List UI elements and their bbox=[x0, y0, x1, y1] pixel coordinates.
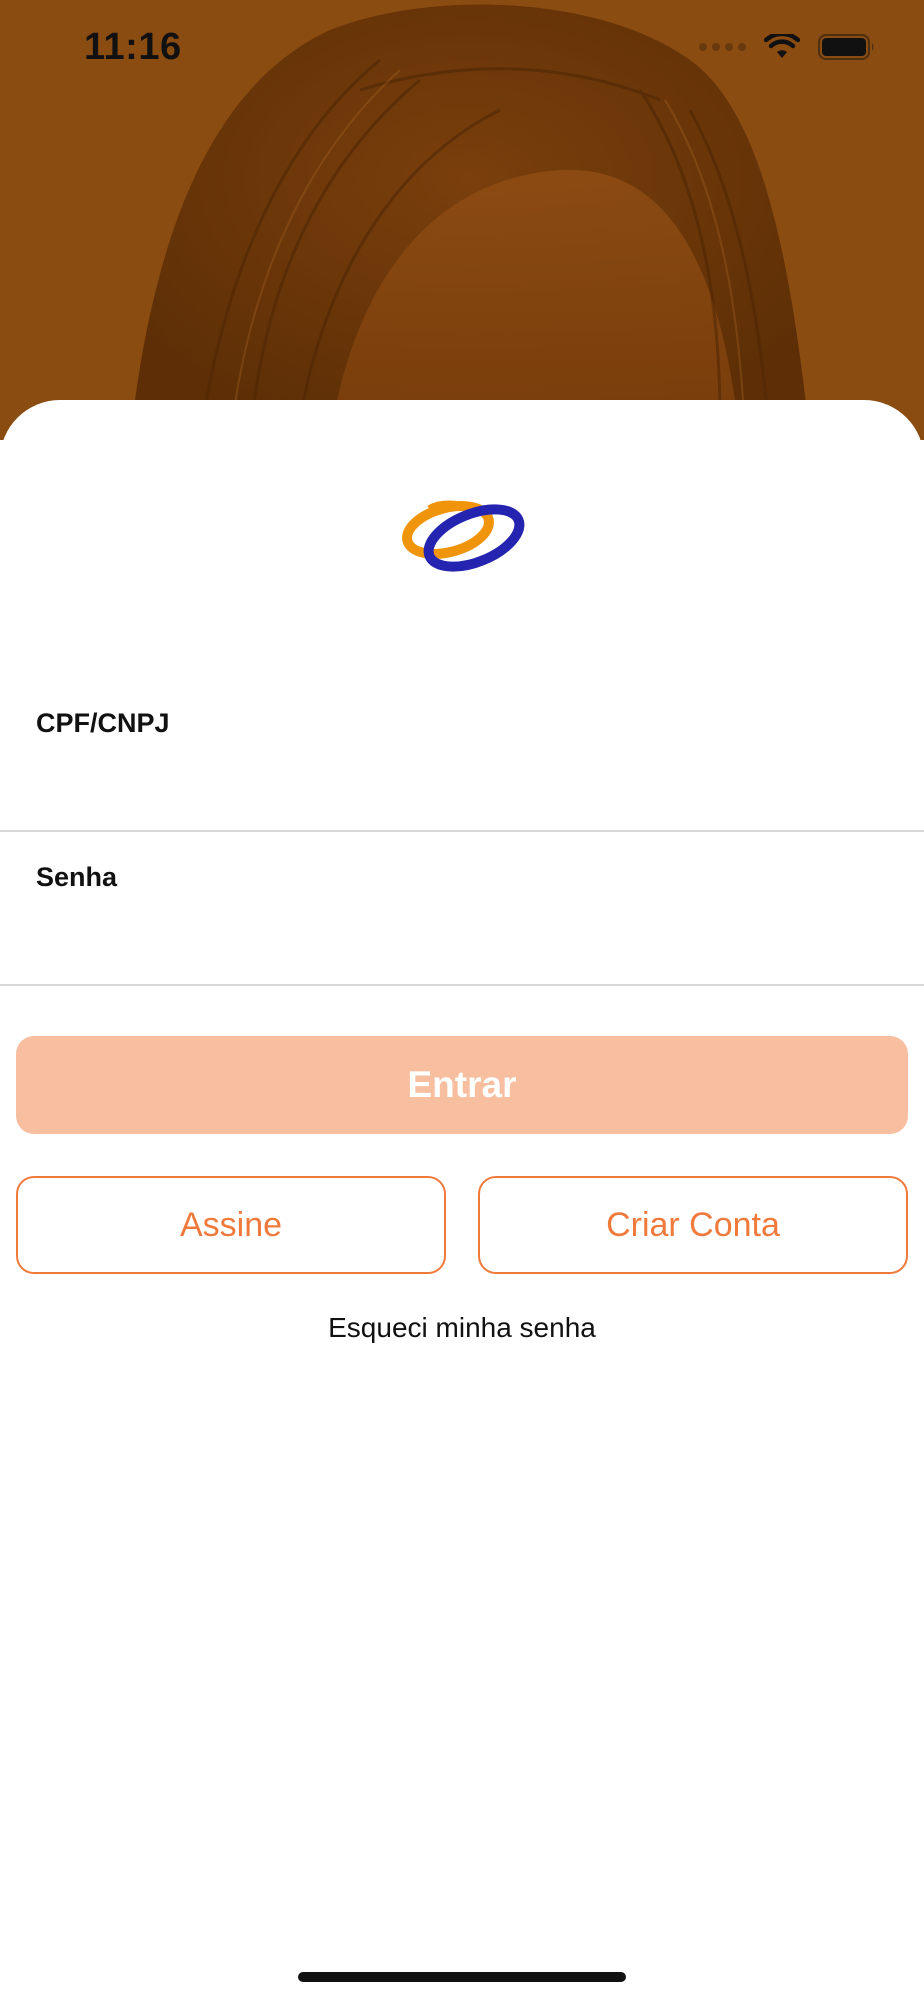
cpf-cnpj-label: CPF/CNPJ bbox=[36, 708, 170, 738]
create-account-button[interactable]: Criar Conta bbox=[478, 1176, 908, 1274]
home-indicator[interactable] bbox=[298, 1972, 626, 1982]
cpf-cnpj-field[interactable]: CPF/CNPJ bbox=[0, 678, 924, 832]
subscribe-button[interactable]: Assine bbox=[16, 1176, 446, 1274]
status-icons bbox=[699, 34, 876, 60]
status-bar: 11:16 bbox=[0, 0, 924, 100]
cellular-signal-icon bbox=[699, 43, 746, 51]
cpf-cnpj-input[interactable] bbox=[36, 758, 890, 806]
wifi-icon bbox=[764, 34, 800, 58]
password-input[interactable] bbox=[36, 912, 890, 960]
login-sheet: CPF/CNPJ Senha Entrar Assine Criar Conta… bbox=[0, 400, 924, 2000]
forgot-password-link[interactable]: Esqueci minha senha bbox=[0, 1312, 924, 1344]
status-time: 11:16 bbox=[84, 26, 182, 68]
battery-icon bbox=[818, 34, 874, 60]
rings-logo bbox=[402, 500, 525, 572]
password-label: Senha bbox=[36, 862, 118, 892]
login-button[interactable]: Entrar bbox=[16, 1036, 908, 1134]
password-field[interactable]: Senha bbox=[0, 832, 924, 986]
